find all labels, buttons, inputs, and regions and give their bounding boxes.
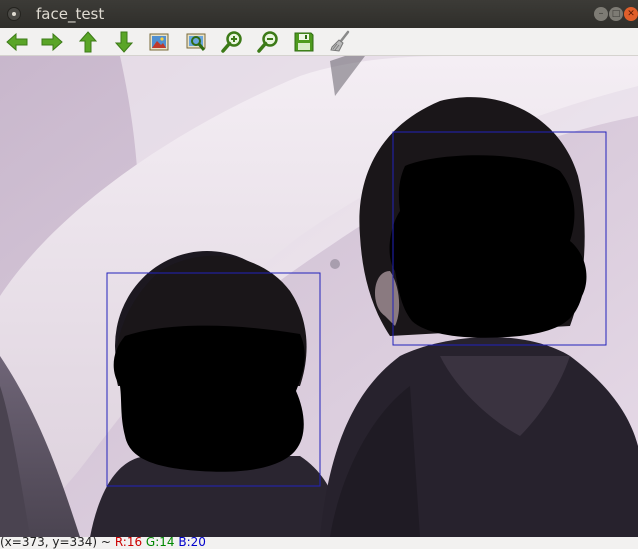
zoom-out-icon: [257, 31, 278, 53]
cursor-coords: (x=373, y=334) ~: [0, 537, 111, 549]
pixel-green: G:14: [145, 537, 175, 549]
pixel-blue: B:20: [178, 537, 206, 549]
minimize-button[interactable]: [594, 7, 608, 21]
arrow-right-icon: [41, 32, 63, 52]
status-bar: (x=373, y=334) ~ R:16 G:14 B:20: [0, 537, 638, 549]
arrow-left-icon: [6, 32, 28, 52]
arrow-down-icon: [114, 31, 134, 53]
app-window: face_test – □ ✕ (x=373, y=334) ~ R:16 G:…: [0, 0, 638, 549]
pan-up-button[interactable]: [75, 29, 101, 55]
pan-down-button[interactable]: [111, 29, 137, 55]
close-button[interactable]: [624, 7, 638, 21]
save-image-button[interactable]: [291, 29, 317, 55]
image-canvas[interactable]: [0, 56, 638, 537]
camera-frame: [0, 56, 638, 537]
pixel-red: R:16: [114, 537, 143, 549]
maximize-button[interactable]: [609, 7, 623, 21]
zoom-in-button[interactable]: [219, 29, 245, 55]
zoom-fit-button[interactable]: [183, 29, 209, 55]
zoom-in-icon: [221, 31, 242, 53]
pan-left-button[interactable]: [4, 29, 30, 55]
properties-button[interactable]: [327, 29, 353, 55]
zoom-out-button[interactable]: [255, 29, 281, 55]
window-title: face_test: [36, 5, 105, 23]
image-icon: [149, 33, 169, 51]
title-bar: face_test: [0, 0, 638, 28]
status-readout: (x=373, y=334) ~ R:16 G:14 B:20: [0, 537, 206, 549]
window-menu-icon[interactable]: [7, 7, 21, 21]
zoom-x1-button[interactable]: [146, 29, 172, 55]
arrow-up-icon: [78, 31, 98, 53]
zoom-region-icon: [186, 33, 206, 51]
pan-right-button[interactable]: [39, 29, 65, 55]
save-icon: [294, 32, 314, 52]
brush-icon: [330, 30, 350, 52]
toolbar: [0, 28, 638, 56]
